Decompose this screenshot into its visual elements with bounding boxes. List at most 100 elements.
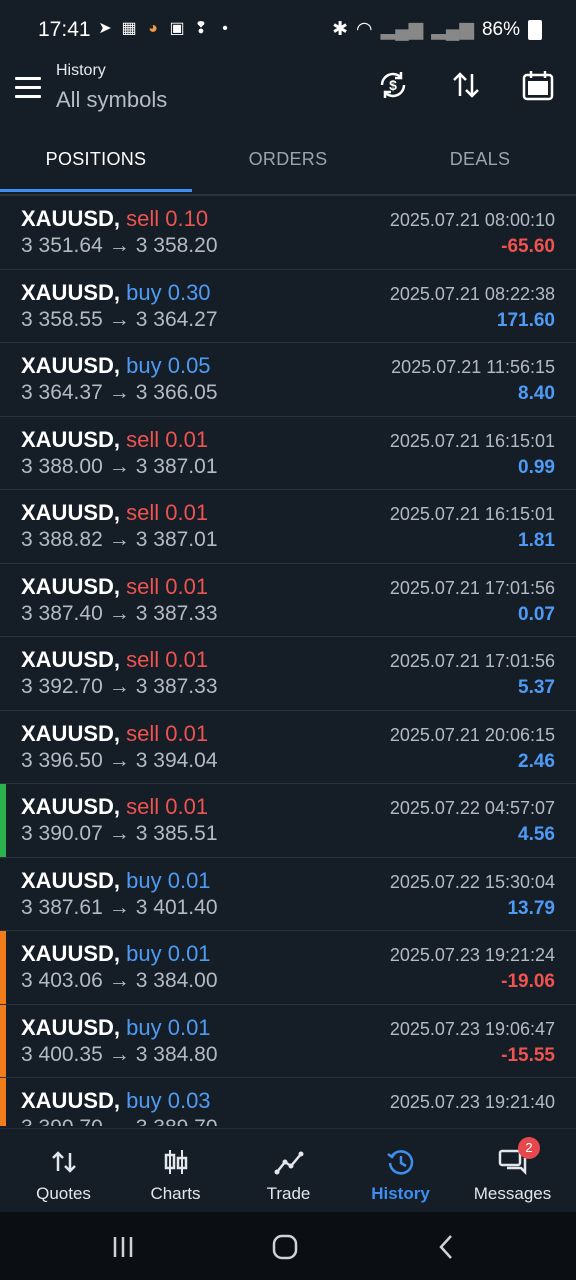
chat-app-icon: ❢ bbox=[194, 20, 208, 37]
positions-list[interactable]: XAUUSD, sell 0.10 3 351.64 → 3 358.20 2025.0… bbox=[0, 196, 576, 1126]
position-time: 2025.07.21 16:15:01 bbox=[389, 430, 555, 451]
close-price: 3 389.70 bbox=[136, 1116, 218, 1126]
status-time: 17:41 bbox=[38, 18, 91, 41]
nav-trade[interactable]: Trade bbox=[231, 1129, 346, 1213]
status-marker bbox=[0, 417, 6, 490]
open-price: 3 388.82 bbox=[21, 528, 103, 551]
position-row[interactable]: XAUUSD, sell 0.01 3 388.82 → 3 387.01 2025.0… bbox=[0, 490, 576, 564]
status-marker bbox=[0, 858, 6, 931]
recent-apps-icon[interactable] bbox=[108, 1232, 138, 1262]
nav-label: Charts bbox=[150, 1184, 201, 1203]
battery-percent: 86% bbox=[481, 18, 520, 40]
currency-exchange-icon[interactable]: $ bbox=[376, 68, 410, 102]
position-side: sell 0.10 bbox=[126, 206, 209, 231]
arrow-right-icon: → bbox=[108, 748, 130, 772]
calendar-icon[interactable] bbox=[521, 68, 555, 102]
position-symbol: XAUUSD, buy 0.01 bbox=[21, 1015, 211, 1041]
notification-icons: ➤ ▦ ◕ ▣ ❢ • bbox=[96, 20, 234, 38]
position-row[interactable]: XAUUSD, sell 0.01 3 396.50 → 3 394.04 2025.0… bbox=[0, 711, 576, 784]
hamburger-menu-icon[interactable] bbox=[15, 77, 41, 98]
quotes-icon bbox=[51, 1151, 76, 1173]
telegram-icon: ➤ bbox=[98, 20, 112, 37]
position-row[interactable]: XAUUSD, sell 0.01 3 390.07 → 3 385.51 2025.0… bbox=[0, 784, 576, 858]
sort-icon[interactable] bbox=[449, 68, 483, 102]
position-time: 2025.07.21 08:22:38 bbox=[389, 283, 555, 304]
symbol-name: XAUUSD, bbox=[21, 573, 121, 599]
close-price: 3 387.01 bbox=[135, 454, 218, 478]
position-row[interactable]: XAUUSD, sell 0.01 3 387.40 → 3 387.33 2025.0… bbox=[0, 564, 576, 637]
arrow-right-icon: → bbox=[108, 895, 130, 919]
orange-app-icon: ◕ bbox=[148, 20, 158, 37]
close-price: 3 384.80 bbox=[135, 1042, 218, 1066]
position-row[interactable]: XAUUSD, buy 0.05 3 364.37 → 3 366.05 2025.07… bbox=[0, 343, 576, 417]
nav-messages[interactable]: 2 Messages bbox=[455, 1129, 570, 1213]
arrow-right-icon: → bbox=[108, 307, 130, 331]
position-row[interactable]: XAUUSD, buy 0.01 3 403.06 → 3 384.00 2025.07… bbox=[0, 931, 576, 1005]
position-prices: 3 396.50 → 3 394.04 bbox=[21, 749, 218, 773]
tab-orders[interactable]: ORDERS bbox=[192, 149, 384, 170]
open-price: 3 351.64 bbox=[21, 234, 103, 257]
position-symbol: XAUUSD, sell 0.01 bbox=[21, 427, 208, 453]
position-symbol: XAUUSD, buy 0.01 bbox=[21, 868, 211, 894]
position-prices: 3 400.35 → 3 384.80 bbox=[21, 1043, 218, 1067]
close-price: 3 401.40 bbox=[135, 895, 218, 919]
symbol-filter[interactable]: All symbols bbox=[56, 87, 167, 113]
position-side: sell 0.01 bbox=[126, 720, 209, 746]
position-profit: 2.46 bbox=[518, 750, 555, 772]
position-prices: 3 388.00 → 3 387.01 bbox=[21, 455, 218, 479]
status-marker bbox=[0, 637, 6, 710]
nav-history[interactable]: History bbox=[343, 1129, 458, 1213]
position-side: buy 0.03 bbox=[126, 1088, 211, 1113]
charts-icon bbox=[164, 1150, 187, 1174]
symbol-name: XAUUSD, bbox=[21, 206, 121, 231]
position-time: 2025.07.21 17:01:56 bbox=[389, 577, 555, 598]
status-marker bbox=[0, 490, 6, 563]
arrow-right-icon: → bbox=[108, 822, 130, 845]
status-marker bbox=[0, 1078, 6, 1126]
back-icon[interactable] bbox=[432, 1232, 462, 1262]
status-marker bbox=[0, 343, 6, 416]
position-row[interactable]: XAUUSD, buy 0.01 3 387.61 → 3 401.40 2025.07… bbox=[0, 858, 576, 931]
position-profit: 5.37 bbox=[518, 677, 555, 698]
home-icon[interactable] bbox=[270, 1232, 300, 1262]
status-marker bbox=[0, 711, 6, 784]
position-side: sell 0.01 bbox=[126, 500, 209, 525]
tab-deals[interactable]: DEALS bbox=[384, 149, 576, 170]
position-row[interactable]: XAUUSD, buy 0.03 3 390.70 → 3 389.70 2025.07… bbox=[0, 1078, 576, 1126]
position-symbol: XAUUSD, buy 0.05 bbox=[21, 353, 211, 379]
open-price: 3 390.07 bbox=[21, 822, 103, 845]
position-row[interactable]: XAUUSD, sell 0.01 3 392.70 → 3 387.33 2025.0… bbox=[0, 637, 576, 711]
symbol-name: XAUUSD, bbox=[21, 794, 121, 819]
position-side: buy 0.30 bbox=[126, 279, 211, 305]
position-side: buy 0.05 bbox=[126, 353, 211, 378]
svg-text:$: $ bbox=[389, 77, 397, 93]
position-row[interactable]: XAUUSD, sell 0.10 3 351.64 → 3 358.20 2025.0… bbox=[0, 196, 576, 270]
position-symbol: XAUUSD, sell 0.01 bbox=[21, 794, 208, 820]
position-prices: 3 387.61 → 3 401.40 bbox=[21, 896, 218, 920]
position-side: sell 0.01 bbox=[126, 647, 209, 672]
tab-positions[interactable]: POSITIONS bbox=[0, 149, 192, 170]
position-row[interactable]: XAUUSD, buy 0.30 3 358.55 → 3 364.27 2025.07… bbox=[0, 270, 576, 343]
status-marker bbox=[0, 564, 6, 637]
position-profit: 8.40 bbox=[518, 383, 555, 404]
status-bar: 17:41 ➤ ▦ ◕ ▣ ❢ • ✱ ◠ ▂▄▆ ▂▄▆ 86% bbox=[0, 0, 576, 62]
position-symbol: XAUUSD, sell 0.01 bbox=[21, 500, 208, 526]
open-price: 3 390.70 bbox=[21, 1116, 103, 1126]
nav-charts[interactable]: Charts bbox=[118, 1129, 233, 1213]
open-price: 3 387.40 bbox=[21, 601, 103, 625]
position-symbol: XAUUSD, buy 0.03 bbox=[21, 1088, 211, 1114]
position-row[interactable]: XAUUSD, sell 0.01 3 388.00 → 3 387.01 2025.0… bbox=[0, 417, 576, 490]
position-prices: 3 392.70 → 3 387.33 bbox=[21, 675, 218, 699]
battery-icon bbox=[528, 19, 542, 40]
position-side: buy 0.01 bbox=[126, 1014, 211, 1040]
position-row[interactable]: XAUUSD, buy 0.01 3 400.35 → 3 384.80 2025.07… bbox=[0, 1004, 576, 1078]
position-side: sell 0.01 bbox=[126, 573, 209, 599]
position-prices: 3 388.82 → 3 387.01 bbox=[21, 528, 218, 552]
position-side: buy 0.01 bbox=[126, 867, 211, 893]
nav-label: History bbox=[371, 1184, 430, 1203]
position-prices: 3 390.07 → 3 385.51 bbox=[21, 822, 218, 846]
nav-quotes[interactable]: Quotes bbox=[6, 1129, 121, 1213]
position-time: 2025.07.22 15:30:04 bbox=[389, 871, 555, 892]
position-symbol: XAUUSD, buy 0.30 bbox=[21, 280, 211, 306]
status-marker bbox=[0, 196, 6, 269]
